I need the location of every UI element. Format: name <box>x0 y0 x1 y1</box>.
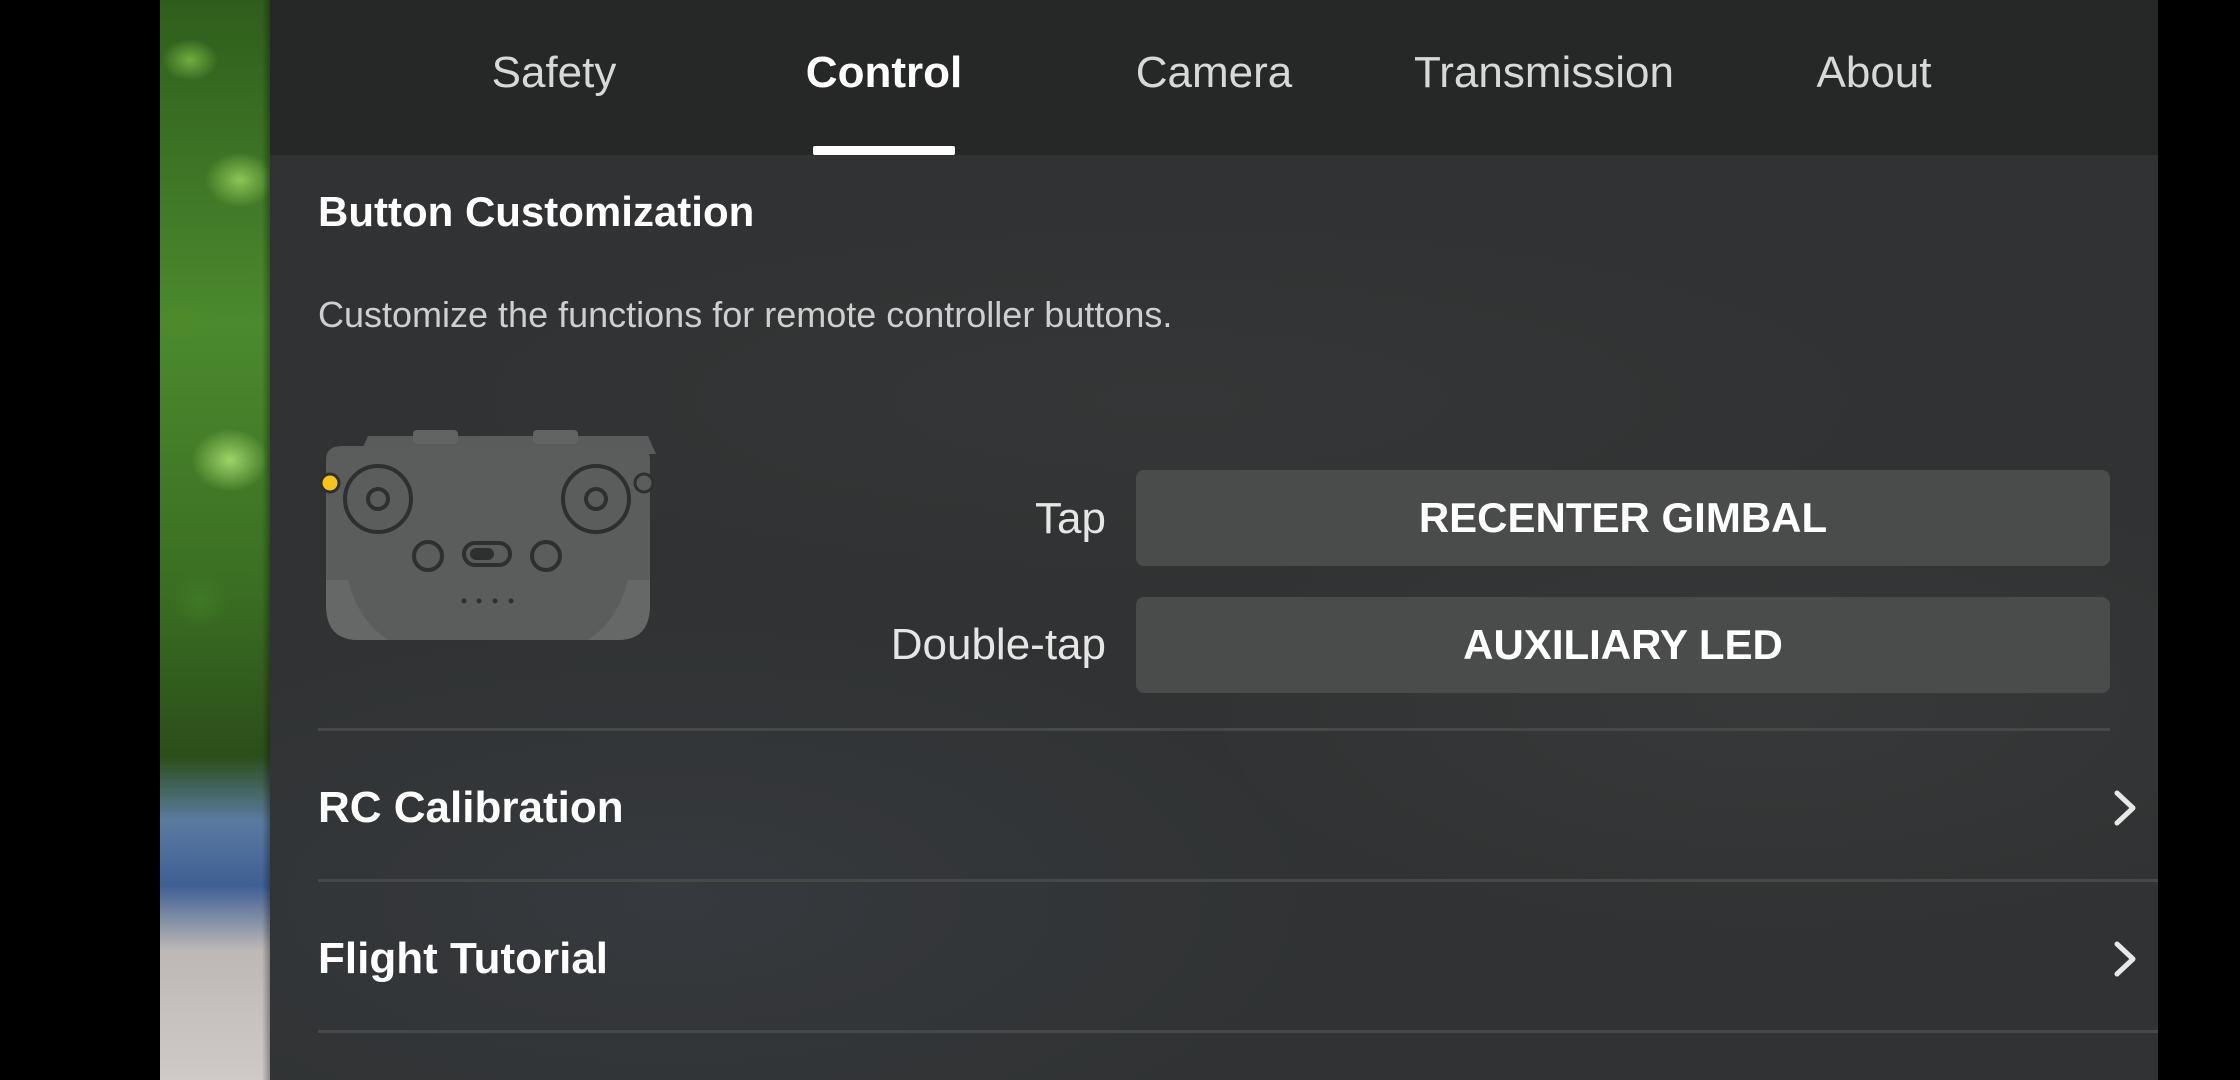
chevron-right-icon <box>2114 790 2136 826</box>
section-description: Customize the functions for remote contr… <box>318 294 1173 335</box>
double-tap-function-button[interactable]: AUXILIARY LED <box>1136 597 2110 693</box>
flight-tutorial-label: Flight Tutorial <box>318 934 609 983</box>
tap-function-button[interactable]: RECENTER GIMBAL <box>1136 470 2110 566</box>
divider <box>318 728 2110 731</box>
tab-camera[interactable]: Camera <box>1074 48 1354 108</box>
remote-controller-icon <box>319 430 656 640</box>
camera-feed <box>160 0 272 1080</box>
tab-transmission[interactable]: Transmission <box>1404 48 1684 108</box>
rc-calibration-label: RC Calibration <box>318 783 624 832</box>
active-tab-indicator <box>813 146 955 155</box>
screen: Safety Control Camera Transmission About… <box>0 0 2240 1080</box>
chevron-right-icon <box>2114 941 2136 977</box>
tab-bar: Safety Control Camera Transmission About <box>270 0 2158 155</box>
divider <box>318 879 2158 882</box>
tab-about[interactable]: About <box>1734 48 2014 108</box>
rc-calibration-row[interactable]: RC Calibration <box>318 733 2158 883</box>
tab-control[interactable]: Control <box>744 48 1024 108</box>
divider <box>318 1030 2158 1033</box>
tap-label: Tap <box>1035 494 1106 543</box>
flight-tutorial-row[interactable]: Flight Tutorial <box>318 884 2158 1034</box>
settings-panel: Safety Control Camera Transmission About… <box>270 0 2158 1080</box>
section-title: Button Customization <box>318 188 755 235</box>
tab-safety[interactable]: Safety <box>414 48 694 108</box>
double-tap-label: Double-tap <box>890 620 1106 669</box>
